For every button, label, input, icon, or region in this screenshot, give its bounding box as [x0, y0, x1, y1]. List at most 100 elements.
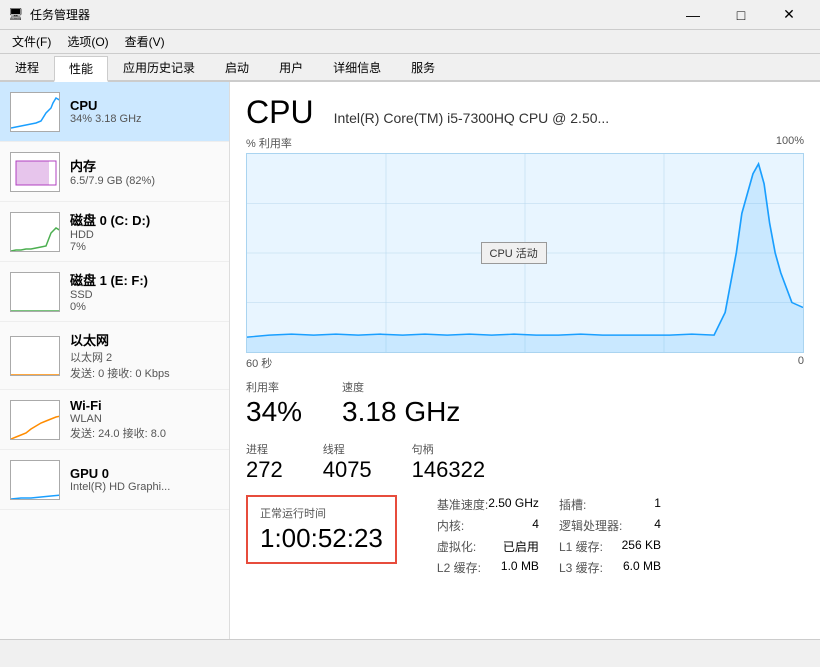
handle-label: 句柄 [412, 441, 485, 457]
tab-services[interactable]: 服务 [396, 54, 450, 80]
disk0-thumbnail [10, 212, 60, 252]
close-button[interactable]: ✕ [766, 4, 812, 26]
info-row: 插槽: 1 [559, 495, 661, 514]
title-bar-buttons: — □ ✕ [670, 4, 812, 26]
ethernet-sidebar-label: 以太网 [70, 330, 219, 349]
chart-label-max: 100% [776, 135, 804, 151]
ethernet-sidebar-sub1: 以太网 2 [70, 349, 219, 365]
tab-bar: 进程 性能 应用历史记录 启动 用户 详细信息 服务 [0, 54, 820, 82]
wifi-sidebar-sub1: WLAN [70, 413, 219, 425]
info-value: 1 [654, 496, 661, 513]
chart-labels-top: % 利用率 100% [246, 135, 804, 151]
info-key: 基准速度: [437, 496, 488, 513]
disk1-sidebar-sub2: 0% [70, 301, 219, 313]
stat-utilization: 利用率 34% [246, 379, 302, 429]
wifi-sidebar-label: Wi-Fi [70, 398, 219, 413]
chart-tooltip: CPU 活动 [481, 242, 547, 264]
cpu-panel-title: CPU [246, 94, 314, 131]
main-content: CPU 34% 3.18 GHz 内存 6.5/7.9 GB (82%) [0, 82, 820, 639]
tab-performance[interactable]: 性能 [54, 56, 108, 82]
wifi-thumbnail [10, 400, 60, 440]
cpu-chart-area: % 利用率 100% CPU 活动 [246, 135, 804, 371]
gpu-sidebar-info: GPU 0 Intel(R) HD Graphi... [70, 466, 219, 493]
info-value: 256 KB [622, 538, 661, 555]
tab-process[interactable]: 进程 [0, 54, 54, 80]
ethernet-sidebar-sub2: 发送: 0 接收: 0 Kbps [70, 365, 219, 381]
sidebar-item-wifi[interactable]: Wi-Fi WLAN 发送: 24.0 接收: 8.0 [0, 390, 229, 450]
minimize-button[interactable]: — [670, 4, 716, 26]
tab-users[interactable]: 用户 [264, 54, 318, 80]
bottom-bar [0, 639, 820, 667]
info-key: L3 缓存: [559, 559, 603, 576]
menu-options[interactable]: 选项(O) [59, 31, 116, 52]
cpu-sidebar-info: CPU 34% 3.18 GHz [70, 98, 219, 125]
info-key: 逻辑处理器: [559, 517, 622, 534]
speed-value: 3.18 GHz [342, 395, 460, 429]
tab-details[interactable]: 详细信息 [318, 54, 396, 80]
chart-time-left: 60 秒 [246, 355, 272, 371]
sidebar-item-disk1[interactable]: 磁盘 1 (E: F:) SSD 0% [0, 262, 229, 322]
memory-thumbnail [10, 152, 60, 192]
info-row: 基准速度:2.50 GHz [437, 495, 539, 514]
info-key: L1 缓存: [559, 538, 603, 555]
wifi-sidebar-info: Wi-Fi WLAN 发送: 24.0 接收: 8.0 [70, 398, 219, 441]
cpu-model-name: Intel(R) Core(TM) i5-7300HQ CPU @ 2.50..… [334, 110, 610, 126]
uptime-section: 正常运行时间 1:00:52:23 [246, 495, 397, 572]
handle-value: 146322 [412, 457, 485, 483]
stat-handle: 句柄 146322 [412, 441, 485, 483]
disk1-sidebar-info: 磁盘 1 (E: F:) SSD 0% [70, 270, 219, 313]
thread-label: 线程 [323, 441, 372, 457]
menu-view[interactable]: 查看(V) [117, 31, 173, 52]
app-icon: 🖥 [8, 7, 24, 23]
stats-row-2: 进程 272 线程 4075 句柄 146322 [246, 441, 804, 483]
tab-startup[interactable]: 启动 [210, 54, 264, 80]
info-value: 4 [654, 517, 661, 534]
tab-app-history[interactable]: 应用历史记录 [108, 54, 210, 80]
thread-value: 4075 [323, 457, 372, 483]
info-row: 内核: 4 [437, 516, 539, 535]
memory-sidebar-label: 内存 [70, 156, 219, 175]
right-info-grid: 基准速度:2.50 GHz 插槽: 1 内核: 4 逻辑处理器: 4 虚拟化: 已启用 L1 缓存… [437, 495, 661, 577]
sidebar-item-gpu[interactable]: GPU 0 Intel(R) HD Graphi... [0, 450, 229, 510]
bottom-section: 正常运行时间 1:00:52:23 基准速度:2.50 GHz 插槽: 1 内核: 4 逻… [246, 495, 804, 577]
stat-thread: 线程 4075 [323, 441, 372, 483]
cpu-sidebar-sub: 34% 3.18 GHz [70, 113, 219, 125]
chart-time-right: 0 [798, 355, 804, 371]
sidebar-item-ethernet[interactable]: 以太网 以太网 2 发送: 0 接收: 0 Kbps [0, 322, 229, 390]
info-key: 虚拟化: [437, 538, 476, 555]
title-bar-left: 🖥 任务管理器 [8, 6, 90, 23]
chart-labels-bottom: 60 秒 0 [246, 355, 804, 371]
sidebar-item-cpu[interactable]: CPU 34% 3.18 GHz [0, 82, 229, 142]
uptime-value: 1:00:52:23 [260, 523, 383, 554]
info-value: 已启用 [503, 538, 539, 555]
menu-bar: 文件(F) 选项(O) 查看(V) [0, 30, 820, 54]
gpu-thumbnail [10, 460, 60, 500]
chart-label-utilization: % 利用率 [246, 135, 292, 151]
info-row: L2 缓存:1.0 MB [437, 558, 539, 577]
sidebar-item-disk0[interactable]: 磁盘 0 (C: D:) HDD 7% [0, 202, 229, 262]
wifi-sidebar-sub2: 发送: 24.0 接收: 8.0 [70, 425, 219, 441]
info-key: 插槽: [559, 496, 586, 513]
info-value: 1.0 MB [501, 559, 539, 576]
disk0-sidebar-label: 磁盘 0 (C: D:) [70, 210, 219, 229]
memory-sidebar-sub: 6.5/7.9 GB (82%) [70, 175, 219, 187]
ethernet-sidebar-info: 以太网 以太网 2 发送: 0 接收: 0 Kbps [70, 330, 219, 381]
info-value: 4 [532, 517, 539, 534]
ethernet-thumbnail [10, 336, 60, 376]
sidebar-item-memory[interactable]: 内存 6.5/7.9 GB (82%) [0, 142, 229, 202]
cpu-sidebar-label: CPU [70, 98, 219, 113]
menu-file[interactable]: 文件(F) [4, 31, 59, 52]
gpu-sidebar-label: GPU 0 [70, 466, 219, 481]
info-row: L3 缓存:6.0 MB [559, 558, 661, 577]
memory-sidebar-info: 内存 6.5/7.9 GB (82%) [70, 156, 219, 187]
maximize-button[interactable]: □ [718, 4, 764, 26]
sidebar: CPU 34% 3.18 GHz 内存 6.5/7.9 GB (82%) [0, 82, 230, 639]
disk1-sidebar-sub1: SSD [70, 289, 219, 301]
info-key: 内核: [437, 517, 464, 534]
stat-process: 进程 272 [246, 441, 283, 483]
process-label: 进程 [246, 441, 283, 457]
uptime-label: 正常运行时间 [260, 505, 383, 521]
process-value: 272 [246, 457, 283, 483]
info-row: 虚拟化: 已启用 [437, 537, 539, 556]
disk1-sidebar-label: 磁盘 1 (E: F:) [70, 270, 219, 289]
